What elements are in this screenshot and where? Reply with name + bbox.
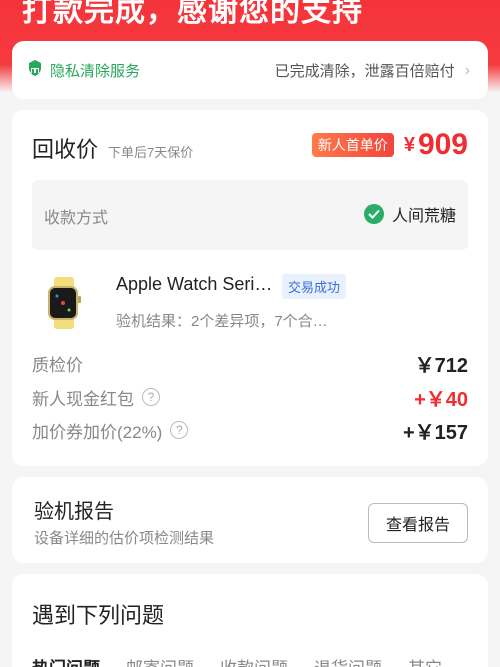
tab-shipping[interactable]: 邮寄问题 bbox=[126, 654, 194, 667]
price-row-value: +￥40 bbox=[414, 388, 468, 411]
currency-symbol: ¥ bbox=[403, 133, 415, 156]
payment-account-name: 人间荒糖 bbox=[391, 208, 456, 225]
price-row-label: 新人现金红包 ? bbox=[32, 385, 160, 410]
product-name: Apple Watch Seri… bbox=[116, 274, 273, 294]
privacy-status[interactable]: 已完成清除，泄露百倍赔付 › bbox=[275, 60, 470, 81]
privacy-service-card[interactable]: 隐私清除服务 已完成清除，泄露百倍赔付 › bbox=[12, 41, 488, 99]
tab-hot[interactable]: 热门问题 bbox=[32, 654, 100, 667]
recycle-title: 回收价 bbox=[32, 137, 99, 162]
payment-method: 收款方式 人间荒糖 bbox=[32, 180, 468, 250]
tab-return[interactable]: 退货问题 bbox=[314, 654, 382, 667]
product-item[interactable]: Apple Watch Seri… 交易成功 验机结果：2个差异项，7个合… bbox=[32, 272, 472, 342]
price-row-red-packet: 新人现金红包 ? +￥40 bbox=[32, 384, 468, 411]
recycle-price-value: 909 bbox=[417, 128, 468, 161]
report-title: 验机报告 bbox=[34, 501, 114, 523]
chevron-right-icon: › bbox=[464, 61, 470, 79]
privacy-service-label: 隐私清除服务 bbox=[50, 63, 141, 80]
issues-title: 遇到下列问题 bbox=[32, 603, 165, 628]
price-row-label: 加价券加价(22%) ? bbox=[32, 418, 189, 443]
issues-card: 遇到下列问题 热门问题 邮寄问题 收款问题 退货问题 其它 bbox=[12, 574, 488, 667]
status-badge: 交易成功 bbox=[282, 274, 347, 299]
apple-watch-image bbox=[46, 277, 82, 334]
help-icon[interactable]: ? bbox=[170, 421, 189, 439]
recycle-title-row: 回收价 下单后7天保价 bbox=[32, 132, 193, 164]
tab-payment[interactable]: 收款问题 bbox=[220, 654, 288, 667]
issue-tabs: 热门问题 邮寄问题 收款问题 退货问题 其它 bbox=[32, 654, 468, 667]
new-user-badge: 新人首单价 bbox=[311, 133, 394, 157]
inspection-result: 验机结果：2个差异项，7个合… bbox=[116, 313, 328, 330]
price-row-value: ￥712 bbox=[414, 354, 468, 377]
recycle-price: 新人首单价 ¥ 909 bbox=[311, 128, 468, 162]
price-protect-note: 下单后7天保价 bbox=[108, 145, 194, 160]
price-row-coupon: 加价券加价(22%) ? +￥157 bbox=[32, 417, 468, 444]
recycle-price-card: 回收价 下单后7天保价 新人首单价 ¥ 909 收款方式 人间荒糖 Apple … bbox=[12, 110, 488, 466]
payment-account: 人间荒糖 bbox=[363, 202, 456, 226]
price-row-inspection: 质检价 ￥712 bbox=[32, 350, 468, 377]
tab-other[interactable]: 其它 bbox=[408, 654, 442, 667]
inspection-report-card: 验机报告 设备详细的估价项检测结果 查看报告 bbox=[12, 477, 488, 563]
privacy-status-text: 已完成清除，泄露百倍赔付 bbox=[274, 63, 455, 80]
price-row-value: +￥157 bbox=[402, 421, 468, 444]
shield-broom-icon bbox=[26, 59, 44, 82]
price-row-label: 质检价 bbox=[32, 355, 83, 375]
help-icon[interactable]: ? bbox=[142, 388, 160, 406]
view-report-button[interactable]: 查看报告 bbox=[368, 503, 468, 543]
wechat-pay-icon bbox=[363, 204, 384, 224]
privacy-service: 隐私清除服务 bbox=[26, 59, 140, 82]
payment-method-label: 收款方式 bbox=[44, 210, 109, 227]
banner-title: 打款完成，感谢您的支持 bbox=[22, 0, 363, 28]
report-subtitle: 设备详细的估价项检测结果 bbox=[34, 530, 215, 547]
